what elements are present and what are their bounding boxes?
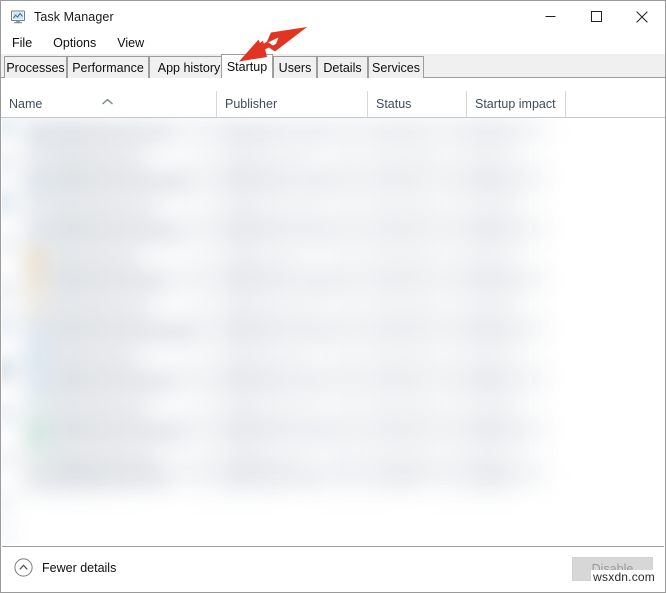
tab-performance[interactable]: Performance — [67, 56, 149, 78]
tab-details[interactable]: Details — [317, 56, 368, 78]
window-title: Task Manager — [34, 9, 114, 24]
close-button[interactable] — [619, 1, 665, 32]
title-bar[interactable]: Task Manager — [1, 1, 665, 32]
column-header-startup-impact-label: Startup impact — [475, 97, 556, 111]
tab-app-history[interactable]: App history — [149, 56, 229, 78]
footer-bar: Fewer details Disable — [2, 546, 664, 592]
column-header-spacer — [566, 91, 664, 117]
column-header-status[interactable]: Status — [368, 91, 467, 117]
table-column-headers: Name Publisher Status Startup impact — [1, 91, 665, 118]
fewer-details-label: Fewer details — [42, 560, 117, 575]
fewer-details-button[interactable]: Fewer details — [14, 558, 116, 577]
tab-users[interactable]: Users — [273, 56, 317, 78]
column-header-publisher-label: Publisher — [225, 97, 278, 111]
tab-processes[interactable]: Processes — [4, 56, 67, 78]
chevron-up-circle-icon — [14, 558, 33, 577]
tab-startup[interactable]: Startup — [221, 54, 273, 78]
maximize-button[interactable] — [573, 1, 619, 32]
menu-bar: File Options View — [1, 32, 665, 54]
minimize-icon — [545, 16, 555, 17]
menu-item-view[interactable]: View — [115, 35, 146, 51]
task-manager-window: Task Manager File Options View Processes… — [0, 0, 666, 593]
tab-services[interactable]: Services — [368, 56, 424, 78]
column-header-publisher[interactable]: Publisher — [217, 91, 368, 117]
column-header-status-label: Status — [376, 97, 412, 111]
menu-item-file[interactable]: File — [10, 35, 34, 51]
maximize-icon — [590, 11, 602, 22]
minimize-button[interactable] — [527, 1, 573, 32]
blurred-startup-entries — [2, 118, 664, 545]
menu-item-options[interactable]: Options — [51, 35, 98, 51]
column-header-startup-impact[interactable]: Startup impact — [467, 91, 566, 117]
chevron-up-icon — [101, 93, 114, 105]
close-icon — [636, 10, 648, 23]
startup-list[interactable] — [2, 118, 664, 545]
tab-strip: Processes Performance App history Startu… — [1, 54, 665, 78]
task-manager-icon — [10, 9, 26, 25]
watermark: wsxdn.com — [591, 570, 657, 584]
column-header-name-label: Name — [9, 97, 43, 111]
